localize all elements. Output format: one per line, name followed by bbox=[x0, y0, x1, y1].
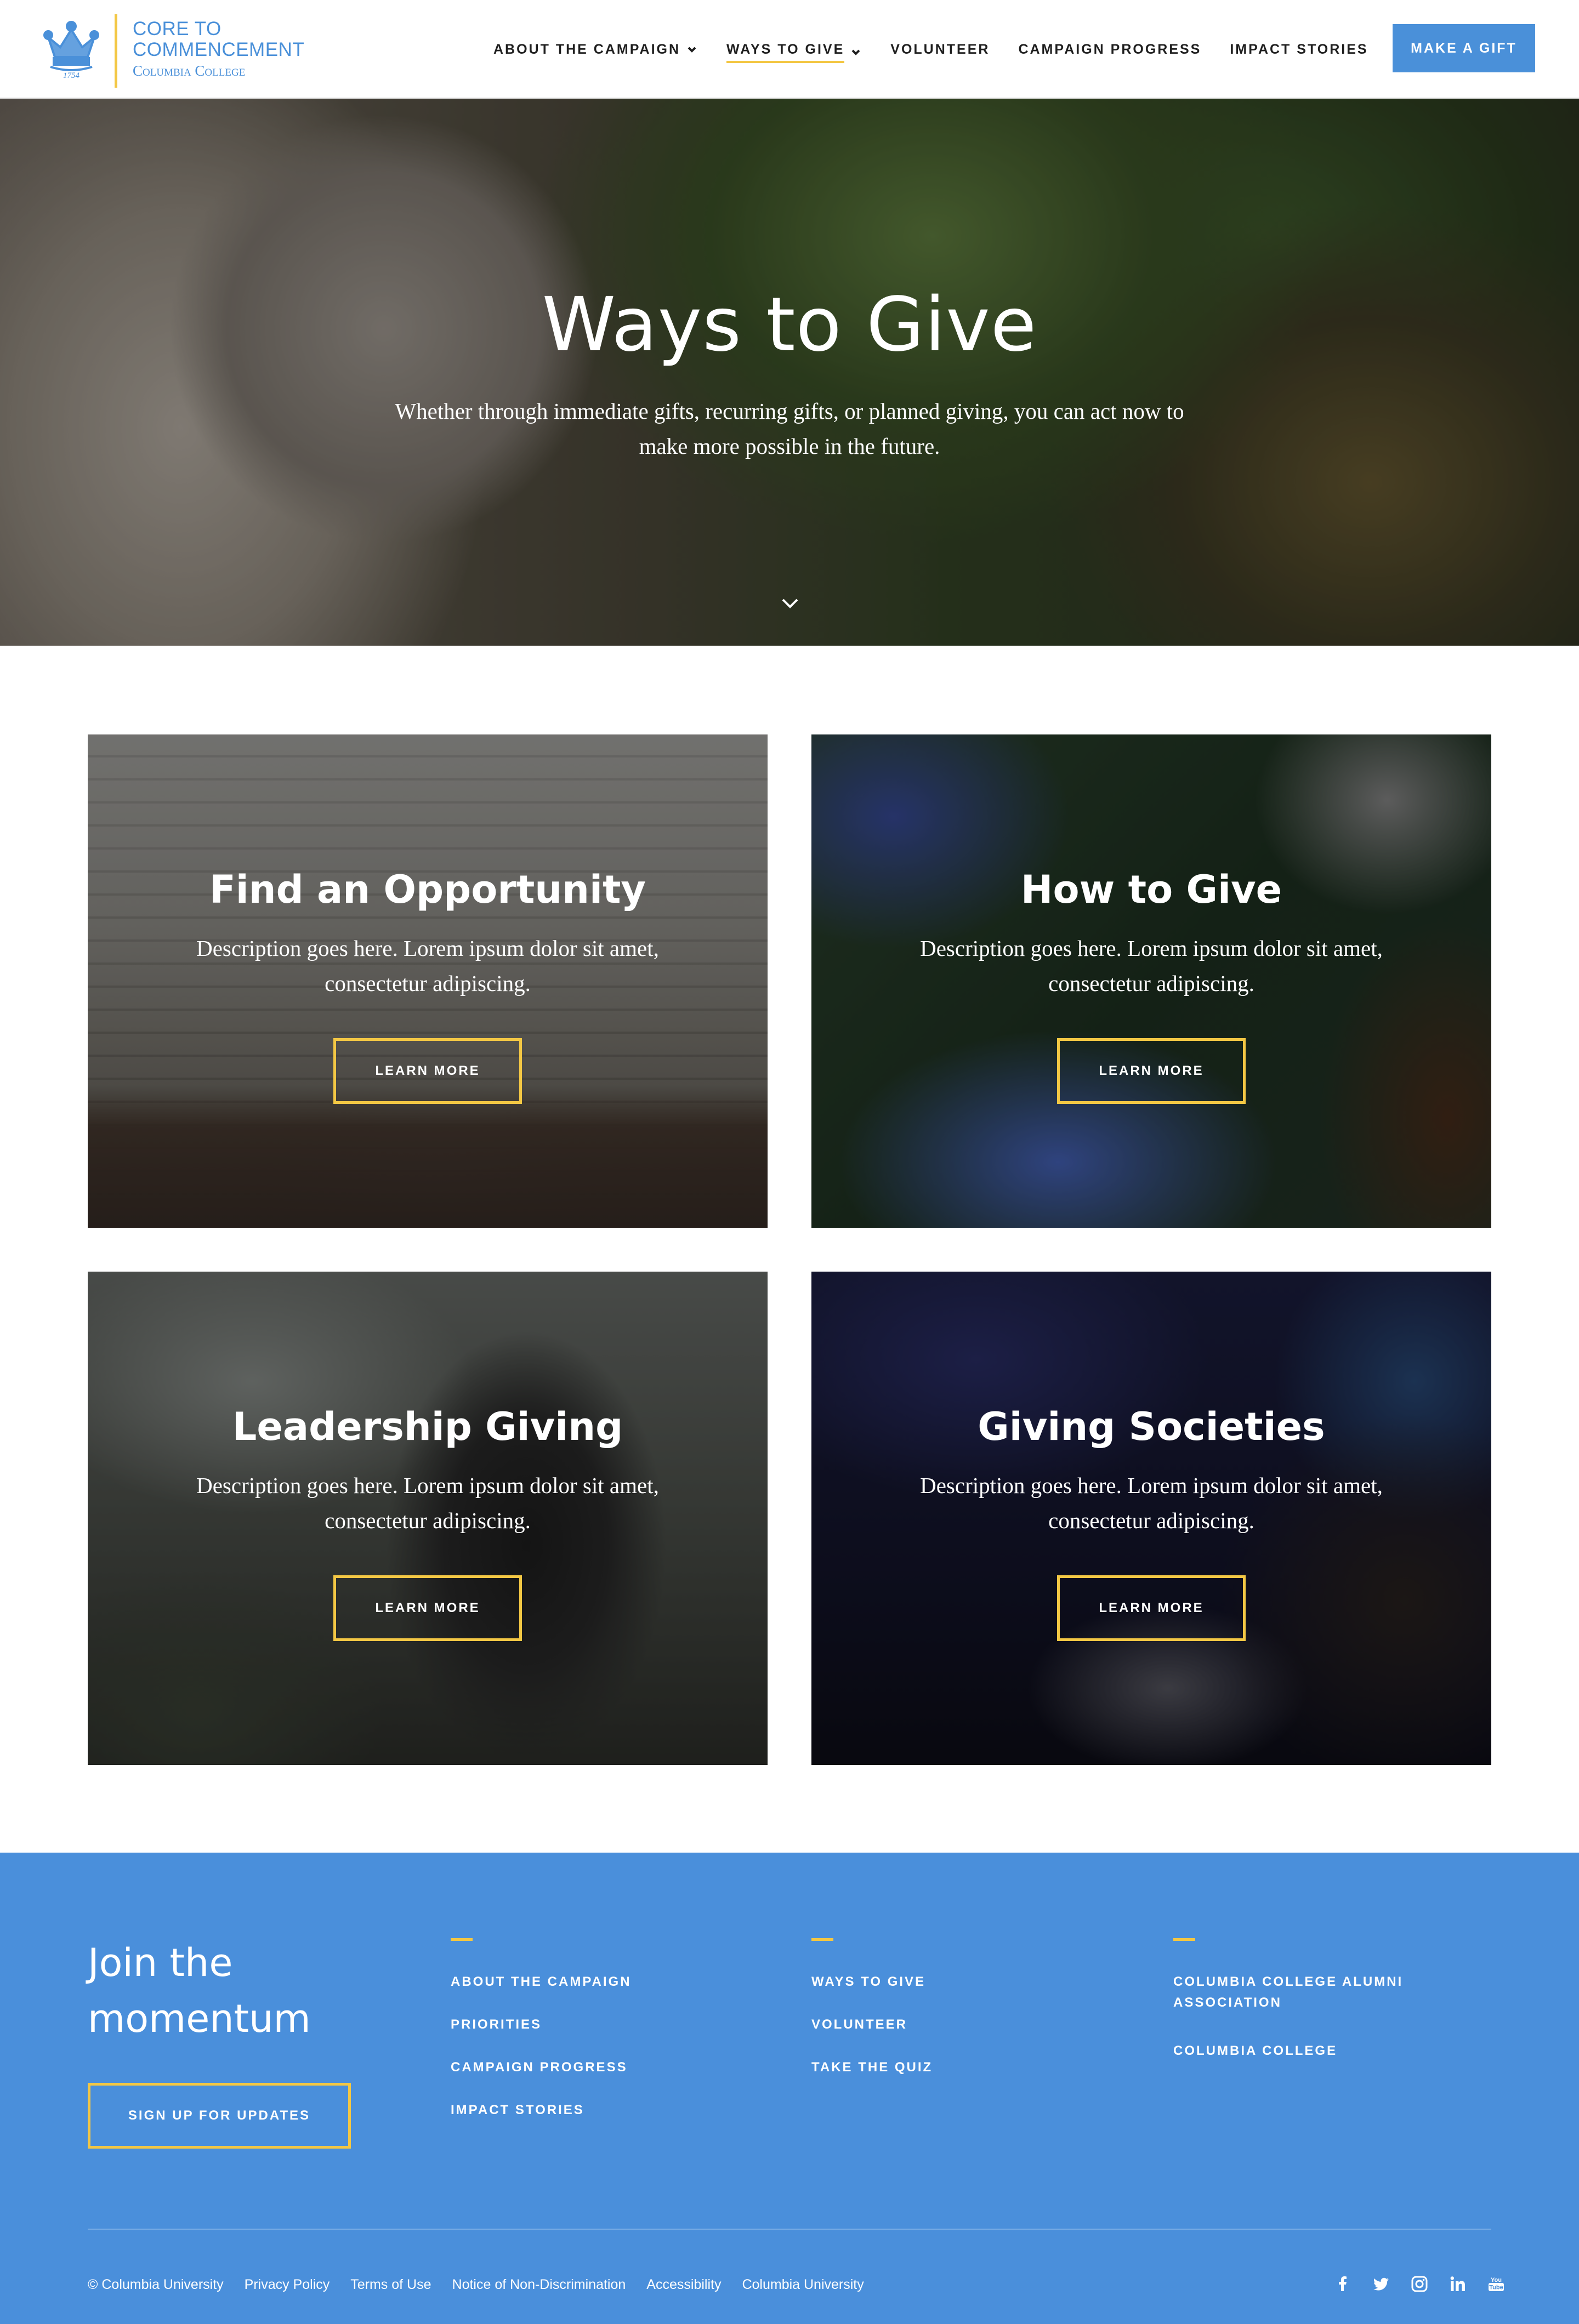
card-leadership-giving: Leadership Giving Description goes here.… bbox=[88, 1272, 768, 1765]
copyright-text: © Columbia University bbox=[88, 2277, 224, 2292]
card-find-an-opportunity: Find an Opportunity Description goes her… bbox=[88, 734, 768, 1228]
learn-more-button[interactable]: LEARN MORE bbox=[1057, 1575, 1246, 1641]
card-description: Description goes here. Lorem ipsum dolor… bbox=[920, 1473, 1383, 1533]
columbia-university-link[interactable]: Columbia University bbox=[742, 2277, 864, 2293]
logo-divider bbox=[115, 14, 117, 88]
footer-link-take-the-quiz[interactable]: TAKE THE QUIZ bbox=[811, 2057, 1118, 2078]
footer-link-impact-stories[interactable]: IMPACT STORIES bbox=[451, 2100, 758, 2121]
card-title: Find an Opportunity bbox=[209, 867, 646, 912]
card-how-to-give: How to Give Description goes here. Lorem… bbox=[811, 734, 1491, 1228]
nav-volunteer[interactable]: VOLUNTEER bbox=[890, 33, 990, 66]
card-title: Leadership Giving bbox=[232, 1404, 623, 1449]
crown-icon: 1754 bbox=[43, 21, 99, 80]
footer-divider bbox=[88, 2229, 1491, 2230]
logo-title-line2: COMMENCEMENT bbox=[133, 39, 305, 60]
chevron-down-icon bbox=[851, 49, 860, 55]
footer-legal-links: © Columbia University Privacy Policy Ter… bbox=[88, 2277, 885, 2293]
footer-divider-accent bbox=[451, 1938, 473, 1941]
svg-text:Tube: Tube bbox=[1489, 2285, 1503, 2291]
card-title: Giving Societies bbox=[978, 1404, 1325, 1449]
learn-more-button[interactable]: LEARN MORE bbox=[333, 1575, 522, 1641]
terms-of-use-link[interactable]: Terms of Use bbox=[350, 2277, 431, 2293]
svg-text:You: You bbox=[1491, 2277, 1502, 2283]
logo-text: CORE TO COMMENCEMENT Columbia College bbox=[133, 19, 304, 80]
twitter-icon[interactable] bbox=[1372, 2275, 1390, 2293]
hero-banner: Ways to Give Whether through immediate g… bbox=[0, 99, 1579, 646]
footer-join-heading: Join the momentum bbox=[88, 1940, 311, 2041]
accessibility-link[interactable]: Accessibility bbox=[646, 2277, 721, 2293]
logo-title-line1: CORE TO bbox=[133, 18, 221, 39]
page-title: Ways to Give bbox=[542, 282, 1037, 368]
footer-link-campaign-progress[interactable]: CAMPAIGN PROGRESS bbox=[451, 2057, 758, 2078]
chevron-down-icon bbox=[688, 47, 696, 53]
facebook-icon[interactable] bbox=[1333, 2275, 1352, 2293]
nav-impact-stories[interactable]: IMPACT STORIES bbox=[1230, 33, 1368, 66]
nav-campaign-progress[interactable]: CAMPAIGN PROGRESS bbox=[1018, 33, 1201, 66]
footer-column-campaign: ABOUT THE CAMPAIGN PRIORITIES CAMPAIGN P… bbox=[451, 1938, 758, 2143]
nav-ways-to-give[interactable]: WAYS TO GIVE bbox=[726, 33, 862, 66]
hero-subtitle: Whether through immediate gifts, recurri… bbox=[395, 398, 1184, 459]
nav-label: IMPACT STORIES bbox=[1230, 41, 1368, 57]
site-header: 1754 CORE TO COMMENCEMENT Columbia Colle… bbox=[0, 0, 1579, 99]
svg-text:1754: 1754 bbox=[63, 71, 80, 80]
card-description: Description goes here. Lorem ipsum dolor… bbox=[920, 936, 1383, 996]
sign-up-for-updates-button[interactable]: SIGN UP FOR UPDATES bbox=[88, 2083, 351, 2149]
footer-divider-accent bbox=[1173, 1938, 1195, 1941]
site-footer: Join the momentum SIGN UP FOR UPDATES AB… bbox=[0, 1853, 1579, 2324]
footer-column-giving: WAYS TO GIVE VOLUNTEER TAKE THE QUIZ bbox=[811, 1938, 1118, 2100]
footer-link-priorities[interactable]: PRIORITIES bbox=[451, 2014, 758, 2035]
youtube-icon[interactable]: You Tube bbox=[1487, 2275, 1506, 2293]
footer-link-columbia-college[interactable]: COLUMBIA COLLEGE bbox=[1173, 2041, 1425, 2061]
card-title: How to Give bbox=[1020, 867, 1282, 912]
nav-about-the-campaign[interactable]: ABOUT THE CAMPAIGN bbox=[493, 33, 698, 66]
social-links: You Tube bbox=[1314, 2275, 1506, 2293]
main-nav: ABOUT THE CAMPAIGN WAYS TO GIVE VOLUNTEE… bbox=[493, 0, 1459, 99]
footer-link-about-the-campaign[interactable]: ABOUT THE CAMPAIGN bbox=[451, 1972, 758, 1992]
site-logo-link[interactable]: 1754 CORE TO COMMENCEMENT Columbia Colle… bbox=[43, 14, 328, 88]
privacy-policy-link[interactable]: Privacy Policy bbox=[245, 2277, 330, 2293]
nav-label: WAYS TO GIVE bbox=[726, 42, 845, 63]
nav-label: ABOUT THE CAMPAIGN bbox=[493, 41, 681, 57]
footer-divider-accent bbox=[811, 1938, 833, 1941]
hero-overlay bbox=[0, 99, 1579, 646]
nav-label: CAMPAIGN PROGRESS bbox=[1018, 41, 1202, 57]
footer-column-college: COLUMBIA COLLEGE ALUMNI ASSOCIATION COLU… bbox=[1173, 1938, 1425, 2089]
logo-subtitle: Columbia College bbox=[133, 62, 246, 79]
nav-label: VOLUNTEER bbox=[890, 41, 990, 57]
card-description: Description goes here. Lorem ipsum dolor… bbox=[196, 1473, 659, 1533]
make-a-gift-button[interactable]: MAKE A GIFT bbox=[1393, 24, 1535, 72]
footer-link-ways-to-give[interactable]: WAYS TO GIVE bbox=[811, 1972, 1118, 1992]
linkedin-icon[interactable] bbox=[1449, 2275, 1467, 2293]
instagram-icon[interactable] bbox=[1410, 2275, 1429, 2293]
card-description: Description goes here. Lorem ipsum dolor… bbox=[196, 936, 659, 996]
card-giving-societies: Giving Societies Description goes here. … bbox=[811, 1272, 1491, 1765]
non-discrimination-link[interactable]: Notice of Non-Discrimination bbox=[452, 2277, 626, 2293]
footer-link-volunteer[interactable]: VOLUNTEER bbox=[811, 2014, 1118, 2035]
learn-more-button[interactable]: LEARN MORE bbox=[1057, 1038, 1246, 1104]
chevron-down-icon[interactable] bbox=[780, 596, 800, 611]
footer-link-alumni-association[interactable]: COLUMBIA COLLEGE ALUMNI ASSOCIATION bbox=[1173, 1972, 1425, 2013]
learn-more-button[interactable]: LEARN MORE bbox=[333, 1038, 522, 1104]
